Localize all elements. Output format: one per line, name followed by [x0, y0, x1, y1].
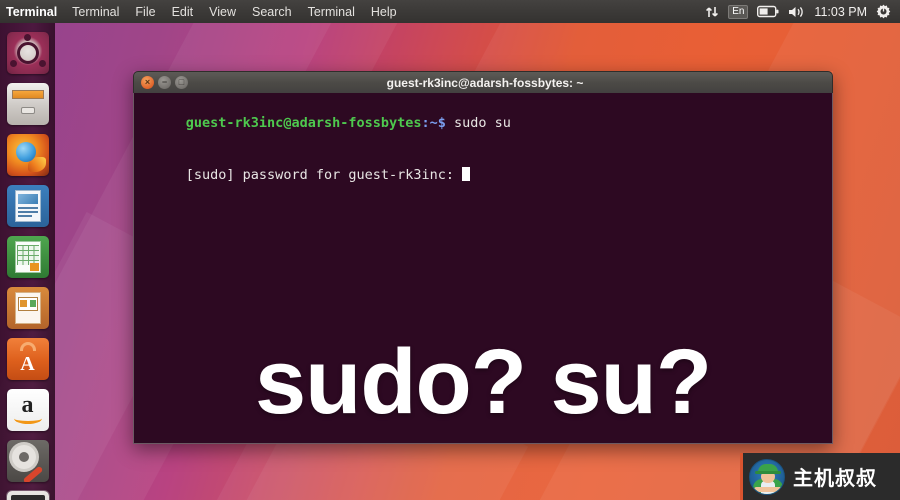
terminal-titlebar[interactable]: × − □ guest-rk3inc@adarsh-fossbytes: ~ — [133, 71, 833, 93]
launcher-item-amazon[interactable]: a — [0, 384, 55, 435]
menu-item-edit[interactable]: Edit — [164, 5, 202, 19]
network-up-down-icon[interactable] — [705, 5, 719, 19]
terminal-window[interactable]: × − □ guest-rk3inc@adarsh-fossbytes: ~ g… — [133, 71, 833, 444]
shell-command: sudo su — [445, 114, 511, 131]
system-tray: En 11:03 PM — [705, 4, 900, 19]
maximize-icon[interactable]: □ — [175, 76, 188, 89]
launcher-item-ubuntu-software[interactable]: A — [0, 333, 55, 384]
launcher-item-system-settings[interactable] — [0, 435, 55, 486]
launcher-item-libreoffice-writer[interactable] — [0, 180, 55, 231]
minimize-icon[interactable]: − — [158, 76, 171, 89]
close-icon[interactable]: × — [141, 76, 154, 89]
menu-item-file[interactable]: File — [127, 5, 163, 19]
launcher-item-ubuntu-dash[interactable] — [0, 27, 55, 78]
software-bag-icon: A — [6, 337, 49, 380]
gear-wrench-icon — [6, 439, 49, 482]
terminal-title: guest-rk3inc@adarsh-fossbytes: ~ — [386, 75, 584, 90]
terminal-line-password-prompt: [sudo] password for guest-rk3inc: — [137, 150, 832, 203]
panel-app-name[interactable]: Terminal — [0, 5, 64, 19]
watermark-badge: 主机叔叔 — [740, 453, 900, 500]
power-gear-icon[interactable] — [876, 4, 891, 19]
file-manager-icon — [6, 82, 49, 125]
spreadsheet-icon — [6, 235, 49, 278]
overlay-caption: sudo? su? — [254, 331, 712, 433]
presentation-icon — [6, 286, 49, 329]
shell-prompt-user-host: guest-rk3inc@adarsh-fossbytes — [185, 114, 422, 131]
terminal-output-area[interactable]: guest-rk3inc@adarsh-fossbytes:~$ sudo su… — [133, 93, 833, 444]
menu-item-view[interactable]: View — [201, 5, 244, 19]
launcher-item-firefox[interactable] — [0, 129, 55, 180]
launcher-item-libreoffice-impress[interactable] — [0, 282, 55, 333]
menu-item-terminal[interactable]: Terminal — [64, 5, 127, 19]
firefox-icon — [6, 133, 49, 176]
volume-icon[interactable] — [788, 5, 805, 19]
menu-item-help[interactable]: Help — [363, 5, 405, 19]
password-prompt-text: [sudo] password for guest-rk3inc: — [185, 167, 463, 183]
launcher-item-files[interactable] — [0, 78, 55, 129]
top-panel: Terminal Terminal File Edit View Search … — [0, 0, 900, 23]
battery-icon[interactable] — [757, 5, 779, 18]
keyboard-layout-indicator[interactable]: En — [728, 4, 749, 19]
terminal-icon: >_ — [6, 490, 49, 500]
menu-item-terminal-2[interactable]: Terminal — [300, 5, 363, 19]
cartoon-technician-avatar-icon — [749, 458, 785, 495]
clock[interactable]: 11:03 PM — [814, 5, 867, 19]
shell-prompt-path: :~$ — [421, 114, 446, 131]
menu-item-search[interactable]: Search — [244, 5, 300, 19]
ubuntu-logo-icon — [6, 31, 49, 74]
amazon-icon: a — [6, 388, 49, 431]
terminal-line-command: guest-rk3inc@adarsh-fossbytes:~$ sudo su — [137, 97, 832, 150]
launcher-item-libreoffice-calc[interactable] — [0, 231, 55, 282]
document-icon — [6, 184, 49, 227]
unity-launcher: A a >_ — [0, 23, 55, 500]
watermark-text: 主机叔叔 — [793, 466, 877, 490]
launcher-item-terminal[interactable]: >_ — [0, 486, 55, 500]
terminal-icon-prompt: >_ — [10, 494, 45, 500]
text-cursor — [462, 167, 471, 181]
